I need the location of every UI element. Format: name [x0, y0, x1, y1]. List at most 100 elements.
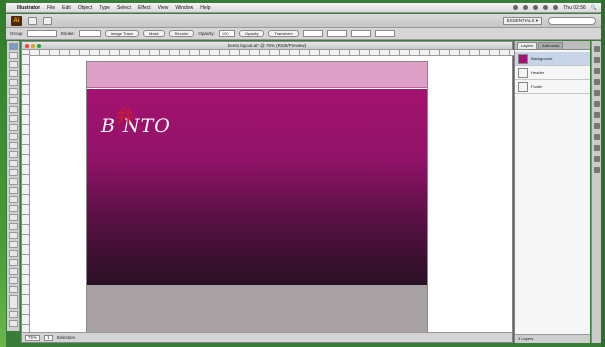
layer-thumbnail	[518, 81, 528, 92]
scale-tool-icon[interactable]	[8, 160, 18, 167]
brushes-panel-icon[interactable]	[593, 68, 600, 74]
spotlight-icon[interactable]: 🔍	[591, 5, 597, 11]
image-trace-button[interactable]: Image Trace	[104, 30, 140, 37]
menu-object[interactable]: Object	[78, 5, 92, 11]
y-field[interactable]	[326, 30, 347, 37]
menu-illustrator[interactable]: Illustrator	[17, 5, 40, 11]
close-icon[interactable]	[25, 43, 29, 48]
application-bar: Ai ESSENTIALS ▾	[6, 14, 601, 28]
direct-selection-tool-icon[interactable]	[8, 52, 18, 59]
tab-layers[interactable]: Layers	[517, 42, 538, 49]
tray-icon[interactable]	[523, 5, 529, 10]
layer-row[interactable]: Header	[515, 66, 590, 80]
tools-panel	[7, 41, 20, 331]
layer-row[interactable]: Background	[515, 52, 590, 66]
zoom-tool-icon[interactable]	[8, 286, 18, 293]
zoom-field[interactable]: 75%	[25, 334, 41, 341]
artboard[interactable]: 弁 B NTO	[87, 62, 427, 333]
color-panel-icon[interactable]	[593, 46, 600, 52]
menu-window[interactable]: Window	[175, 5, 193, 11]
menu-select[interactable]: Select	[117, 5, 131, 11]
screen-mode-icon[interactable]	[8, 320, 18, 327]
rectangle-tool-icon[interactable]	[8, 106, 18, 113]
rotate-tool-icon[interactable]	[8, 151, 18, 158]
graph-tool-icon[interactable]	[8, 250, 18, 257]
mesh-tool-icon[interactable]	[8, 205, 18, 212]
width-tool-icon[interactable]	[8, 169, 18, 176]
footer-band[interactable]	[87, 285, 427, 333]
fill-swatch[interactable]	[26, 30, 57, 37]
transform-button[interactable]: Transform	[268, 30, 299, 37]
workspace-switcher[interactable]: ESSENTIALS ▾	[502, 16, 542, 25]
arrange-documents-button[interactable]	[43, 16, 52, 25]
layer-thumbnail	[518, 53, 528, 64]
artboard-nav-field[interactable]: 1	[44, 334, 53, 341]
header-band[interactable]	[87, 62, 427, 88]
clock[interactable]: Thu 02:56	[563, 5, 586, 11]
tab-artboards[interactable]: Artboards	[538, 42, 564, 49]
eyedropper-tool-icon[interactable]	[8, 223, 18, 230]
mask-button[interactable]: Mask	[143, 30, 165, 37]
slice-tool-icon[interactable]	[8, 268, 18, 275]
menu-edit[interactable]: Edit	[62, 5, 71, 11]
recolor-button[interactable]: Recolor	[168, 30, 195, 37]
appearance-panel-icon[interactable]	[593, 123, 600, 129]
transform-panel-icon[interactable]	[593, 167, 600, 173]
paintbrush-tool-icon[interactable]	[8, 115, 18, 122]
blob-brush-tool-icon[interactable]	[8, 133, 18, 140]
align-panel-icon[interactable]	[593, 145, 600, 151]
type-tool-icon[interactable]	[8, 88, 18, 95]
bridge-button[interactable]	[28, 16, 37, 25]
swatches-panel-icon[interactable]	[593, 57, 600, 63]
layer-name: Footer	[531, 84, 543, 89]
pen-tool-icon[interactable]	[8, 79, 18, 86]
symbols-panel-icon[interactable]	[593, 79, 600, 85]
canvas[interactable]: 弁 B NTO	[30, 56, 512, 333]
help-search-input[interactable]	[548, 16, 596, 25]
menu-effect[interactable]: Effect	[138, 5, 151, 11]
line-tool-icon[interactable]	[8, 97, 18, 104]
vertical-ruler[interactable]	[22, 50, 30, 334]
free-transform-tool-icon[interactable]	[8, 178, 18, 185]
pencil-tool-icon[interactable]	[8, 124, 18, 131]
selection-tool-icon[interactable]	[8, 43, 18, 50]
status-label[interactable]: Selection	[57, 335, 76, 340]
symbol-sprayer-tool-icon[interactable]	[8, 241, 18, 248]
stroke-panel-icon[interactable]	[593, 90, 600, 96]
x-field[interactable]	[302, 30, 323, 37]
magic-wand-tool-icon[interactable]	[8, 61, 18, 68]
menu-type[interactable]: Type	[99, 5, 110, 11]
opacity-field[interactable]: 100	[218, 30, 235, 37]
fill-stroke-icon[interactable]	[8, 295, 18, 309]
menu-view[interactable]: View	[158, 5, 169, 11]
blend-tool-icon[interactable]	[8, 232, 18, 239]
zoom-icon[interactable]	[37, 43, 41, 48]
eraser-tool-icon[interactable]	[8, 142, 18, 149]
gradient-tool-icon[interactable]	[8, 214, 18, 221]
opacity-button[interactable]: Opacity	[238, 30, 265, 37]
pathfinder-panel-icon[interactable]	[593, 156, 600, 162]
height-field[interactable]	[374, 30, 395, 37]
bento-logo[interactable]: 弁 B NTO	[101, 107, 171, 137]
draw-mode-icon[interactable]	[8, 311, 18, 318]
document-titlebar[interactable]: bento layout.ai* @ 75% (RGB/Preview)	[22, 42, 512, 50]
transparency-panel-icon[interactable]	[593, 112, 600, 118]
perspective-grid-tool-icon[interactable]	[8, 196, 18, 203]
wifi-icon[interactable]	[543, 5, 549, 10]
menu-help[interactable]: Help	[200, 5, 210, 11]
graphic-styles-panel-icon[interactable]	[593, 134, 600, 140]
volume-icon[interactable]	[553, 5, 559, 10]
hand-tool-icon[interactable]	[8, 277, 18, 284]
tray-icon[interactable]	[513, 5, 519, 10]
gradient-panel-icon[interactable]	[593, 101, 600, 107]
lasso-tool-icon[interactable]	[8, 70, 18, 77]
tray-icon[interactable]	[533, 5, 539, 10]
logo-glyph: 弁	[116, 107, 135, 128]
artboard-tool-icon[interactable]	[8, 259, 18, 266]
width-field[interactable]	[350, 30, 371, 37]
stroke-field[interactable]	[78, 30, 101, 37]
minimize-icon[interactable]	[31, 43, 35, 48]
menu-file[interactable]: File	[47, 5, 55, 11]
layer-row[interactable]: Footer	[515, 80, 590, 94]
shape-builder-tool-icon[interactable]	[8, 187, 18, 194]
